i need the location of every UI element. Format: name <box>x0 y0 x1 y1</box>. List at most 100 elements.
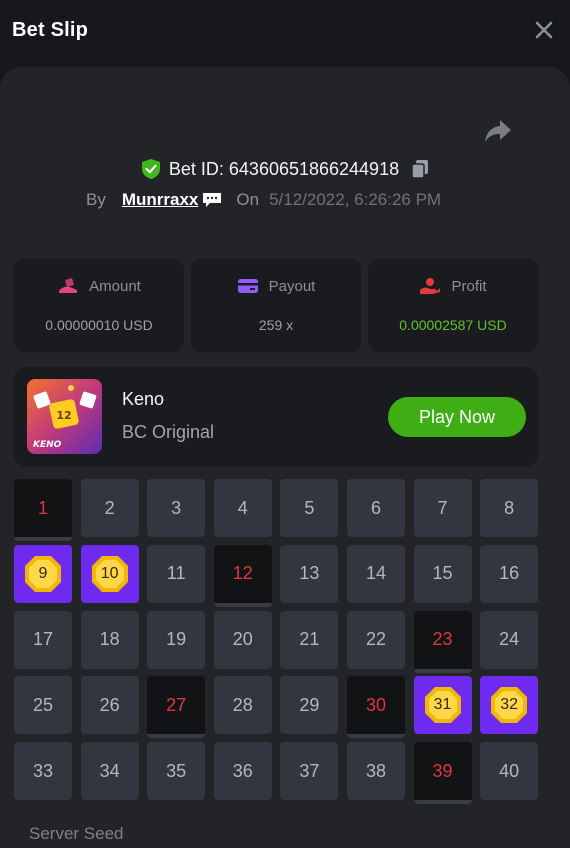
keno-cell-number: 23 <box>432 629 453 650</box>
keno-cell[interactable]: 22 <box>346 610 405 669</box>
chat-icon <box>203 193 222 207</box>
keno-cell-number: 13 <box>299 563 320 584</box>
keno-cell[interactable]: 24 <box>480 610 539 669</box>
keno-cell-number: 35 <box>166 760 187 781</box>
profit-icon <box>420 278 441 294</box>
keno-grid: 1 2 3 4 5 6 7 8 9 10 11 12 13 14 15 16 17 18 19 20 21 22 23 24 2… <box>14 479 539 805</box>
copy-icon[interactable] <box>411 159 429 179</box>
gem-icon: 31 <box>423 685 463 725</box>
gem-icon: 32 <box>489 685 529 725</box>
keno-cell[interactable]: 18 <box>80 610 139 669</box>
play-now-button[interactable]: Play Now <box>388 397 526 437</box>
keno-cell[interactable]: 21 <box>280 610 339 669</box>
keno-cell-miss[interactable]: 27 <box>147 676 206 739</box>
keno-cell[interactable]: 38 <box>346 742 405 801</box>
keno-cell-number: 15 <box>432 563 453 584</box>
keno-cell[interactable]: 34 <box>80 742 139 801</box>
keno-cell-miss[interactable]: 23 <box>413 610 472 673</box>
keno-cell-miss[interactable]: 39 <box>413 742 472 805</box>
keno-cell[interactable]: 6 <box>346 479 405 537</box>
keno-cell[interactable]: 14 <box>346 544 405 603</box>
keno-cell-hit[interactable]: 10 <box>80 544 139 603</box>
close-button[interactable] <box>526 12 562 48</box>
keno-cell[interactable]: 40 <box>480 742 539 801</box>
keno-cell[interactable]: 35 <box>147 742 206 801</box>
keno-cell[interactable]: 4 <box>213 479 272 537</box>
server-seed-label: Server Seed <box>29 824 124 843</box>
bet-date: 5/12/2022, 6:26:26 PM <box>269 190 442 209</box>
keno-cell-number: 9 <box>38 564 48 582</box>
keno-cell-number: 10 <box>100 564 119 582</box>
keno-cell-number: 3 <box>171 497 182 518</box>
keno-cell-number: 32 <box>500 696 519 714</box>
page-title: Bet Slip <box>12 18 89 41</box>
keno-cell-number: 27 <box>166 694 187 715</box>
amount-card: Amount 0.00000010 USD <box>14 259 184 352</box>
header: Bet Slip <box>0 0 570 60</box>
profit-value: 0.00002587 USD <box>399 317 507 333</box>
keno-cell-number: 26 <box>99 694 120 715</box>
keno-cell-number: 1 <box>37 497 48 518</box>
payout-value: 259 x <box>258 317 294 333</box>
keno-cell-number: 21 <box>299 629 320 650</box>
amount-label: Amount <box>89 277 141 295</box>
keno-cell-number: 6 <box>370 497 381 518</box>
share-icon[interactable] <box>484 118 512 144</box>
keno-cell-number: 7 <box>437 497 448 518</box>
game-name: Keno <box>122 389 165 409</box>
keno-cell[interactable]: 15 <box>413 544 472 603</box>
keno-cell-number: 4 <box>237 497 248 518</box>
username-link[interactable]: Munrraxx <box>122 190 223 210</box>
amount-value: 0.00000010 USD <box>45 317 153 333</box>
keno-cell[interactable]: 33 <box>14 742 72 801</box>
keno-cell-miss[interactable]: 1 <box>14 479 72 541</box>
keno-cell-number: 18 <box>99 629 120 650</box>
keno-cell-miss[interactable]: 30 <box>346 676 405 739</box>
keno-cell[interactable]: 11 <box>147 544 206 603</box>
keno-cell-number: 34 <box>99 760 120 781</box>
keno-cell[interactable]: 13 <box>280 544 339 603</box>
keno-cell[interactable]: 7 <box>413 479 472 537</box>
keno-cell[interactable]: 8 <box>480 479 539 537</box>
keno-cell[interactable]: 37 <box>280 742 339 801</box>
keno-cell-number: 5 <box>304 497 315 518</box>
keno-cell-number: 22 <box>365 629 386 650</box>
keno-cell-hit[interactable]: 9 <box>14 544 72 603</box>
keno-cell-number: 2 <box>104 497 115 518</box>
keno-cell[interactable]: 20 <box>213 610 272 669</box>
keno-cell-number: 16 <box>499 563 520 584</box>
keno-cell-number: 33 <box>32 760 54 781</box>
keno-cell-hit[interactable]: 32 <box>480 676 539 735</box>
keno-cell[interactable]: 5 <box>280 479 339 537</box>
keno-cell-miss[interactable]: 12 <box>213 544 272 607</box>
gem-icon: 10 <box>90 554 130 594</box>
keno-cell[interactable]: 26 <box>80 676 139 735</box>
on-label: On <box>236 190 260 209</box>
keno-cell[interactable]: 16 <box>480 544 539 603</box>
payout-card: Payout 259 x <box>191 259 361 352</box>
keno-cell[interactable]: 25 <box>14 676 72 735</box>
amount-icon <box>59 278 78 293</box>
keno-cell[interactable]: 36 <box>213 742 272 801</box>
keno-cell[interactable]: 28 <box>213 676 272 735</box>
keno-cell-number: 25 <box>32 694 54 715</box>
game-card: 12 KENO Keno BC Original Play Now <box>14 367 538 467</box>
keno-dice-art: 12 KENO <box>33 385 97 450</box>
keno-cell-number: 8 <box>504 497 515 518</box>
keno-cell[interactable]: 3 <box>147 479 206 537</box>
keno-cell[interactable]: 19 <box>147 610 206 669</box>
by-label: By <box>86 190 106 209</box>
keno-cell-number: 37 <box>299 760 320 781</box>
keno-thumbnail[interactable]: 12 KENO <box>27 379 102 454</box>
keno-cell-hit[interactable]: 31 <box>413 676 472 735</box>
profit-card: Profit 0.00002587 USD <box>368 259 538 352</box>
keno-cell-number: 19 <box>166 629 187 650</box>
close-icon <box>535 21 553 39</box>
keno-cell-number: 40 <box>499 760 520 781</box>
keno-cell[interactable]: 2 <box>80 479 139 537</box>
bet-id-row: Bet ID: 64360651866244918 <box>0 158 570 180</box>
keno-cell-number: 11 <box>166 563 186 584</box>
keno-cell[interactable]: 29 <box>280 676 339 735</box>
keno-cell-number: 20 <box>232 629 253 650</box>
keno-cell[interactable]: 17 <box>14 610 72 669</box>
